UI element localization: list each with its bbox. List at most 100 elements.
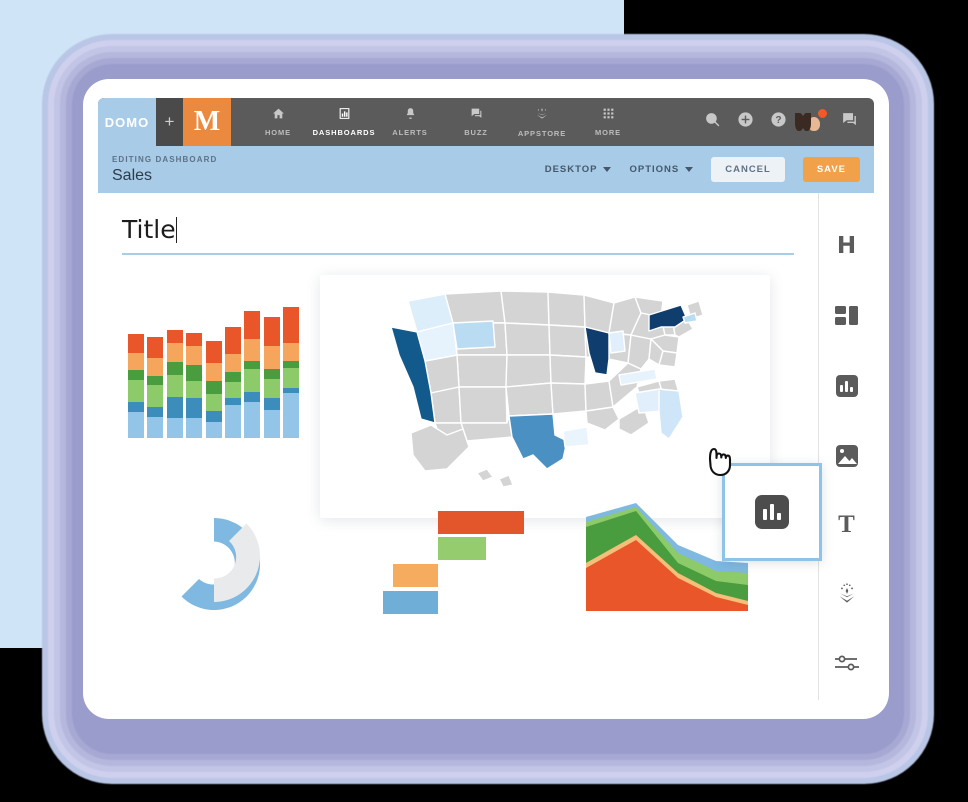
map-state-UT	[452, 320, 496, 350]
stacked-bar	[128, 334, 144, 438]
dashboards-icon	[338, 107, 351, 125]
text-caret	[175, 217, 177, 243]
appstore-icon	[535, 107, 549, 126]
diverging-bar-chart[interactable]	[350, 511, 526, 615]
bar-segment	[147, 358, 164, 377]
toolbar-item-layout[interactable]	[819, 281, 874, 351]
grid-icon	[602, 107, 615, 125]
canvas-content-area[interactable]: Title	[98, 193, 822, 700]
bar-segment	[263, 410, 280, 438]
bar-segment	[224, 398, 241, 406]
bar-segment	[224, 405, 241, 438]
bar-segment	[263, 317, 280, 346]
bar-segment	[283, 368, 300, 388]
chat-icon	[470, 107, 483, 125]
toolbar-item-image[interactable]	[819, 421, 874, 491]
nav-item-appstore[interactable]: APPSTORE	[509, 107, 575, 138]
bar-segment	[205, 340, 222, 364]
bar-segment	[186, 381, 203, 398]
bar-segment	[283, 392, 300, 438]
toolbar-item-card[interactable]	[819, 351, 874, 421]
device-mode-dropdown[interactable]: DESKTOP	[545, 164, 612, 175]
search-icon[interactable]	[704, 111, 721, 133]
bar-segment	[205, 381, 222, 395]
toolbar-item-heading[interactable]: H	[819, 211, 874, 281]
bar-segment	[224, 372, 241, 383]
nav-item-label: DASHBOARDS	[312, 128, 376, 137]
bar-segment	[128, 334, 144, 354]
tornado-bar-2	[393, 564, 438, 587]
dashboard-identity: EDITING DASHBOARD Sales	[112, 155, 217, 184]
home-icon	[272, 107, 285, 125]
nav-item-label: ALERTS	[392, 128, 428, 137]
chevron-down-icon	[685, 167, 694, 172]
add-icon[interactable]	[737, 111, 754, 133]
stacked-bar-chart[interactable]	[128, 298, 300, 438]
dashboard-name: Sales	[112, 166, 153, 184]
nav-item-alerts[interactable]: ALERTS	[377, 107, 443, 137]
options-dropdown[interactable]: OPTIONS	[629, 164, 694, 175]
bar-segment	[205, 421, 222, 438]
bar-chart-icon	[755, 495, 789, 529]
nav-item-dashboards[interactable]: DASHBOARDS	[311, 107, 377, 137]
stacked-bar	[224, 326, 241, 438]
nav-item-label: APPSTORE	[517, 128, 567, 138]
stacked-bar	[263, 317, 280, 438]
messages-icon[interactable]	[841, 111, 858, 133]
map-state-LA	[562, 426, 590, 448]
dragging-card-placeholder[interactable]	[722, 463, 822, 561]
bar-segment	[128, 353, 144, 370]
top-navigation-bar: DOMO + M HOME DASHBOARDS ALERTS BUZZ APP…	[98, 98, 874, 146]
bar-segment	[283, 342, 300, 361]
widget-toolbar: H T	[818, 193, 874, 700]
domo-logo[interactable]: DOMO	[98, 98, 156, 146]
app-window: DOMO + M HOME DASHBOARDS ALERTS BUZZ APP…	[98, 98, 874, 700]
bar-segment	[244, 360, 261, 369]
bar-segment	[166, 343, 183, 363]
bar-segment	[166, 396, 183, 419]
save-button[interactable]: SAVE	[802, 157, 860, 182]
bar-segment	[128, 401, 144, 412]
toolbar-item-settings[interactable]	[819, 630, 874, 700]
title-underline	[122, 253, 794, 255]
nav-item-buzz[interactable]: BUZZ	[443, 107, 509, 137]
bar-segment	[147, 336, 164, 359]
bar-chart-icon	[835, 374, 858, 397]
bar-segment	[186, 397, 203, 419]
grabbing-hand-cursor	[708, 447, 732, 477]
bar-segment	[244, 391, 261, 402]
bar-segment	[128, 380, 144, 402]
company-initial-logo[interactable]: M	[183, 98, 231, 146]
bar-segment	[205, 394, 222, 411]
header-actions: DESKTOP OPTIONS CANCEL SAVE	[545, 157, 860, 182]
layout-icon	[835, 306, 858, 326]
bar-segment	[224, 326, 241, 355]
tornado-bar-3	[383, 591, 438, 614]
bar-segment	[263, 345, 280, 369]
brand-plus-separator: +	[156, 98, 183, 146]
stacked-bar	[244, 311, 261, 438]
help-icon[interactable]: ?	[770, 111, 787, 133]
gauge-chart[interactable]	[150, 508, 278, 612]
map-state-TX	[508, 413, 568, 470]
bar-segment	[283, 307, 300, 343]
bar-segment	[263, 378, 280, 399]
nav-item-home[interactable]: HOME	[245, 107, 311, 137]
toolbar-item-appstore[interactable]	[819, 560, 874, 630]
notification-badge	[817, 108, 828, 119]
stacked-bar	[205, 340, 222, 438]
bar-segment	[166, 418, 183, 438]
cancel-button[interactable]: CANCEL	[711, 157, 785, 182]
stacked-bar	[283, 307, 300, 438]
toolbar-item-text[interactable]: T	[819, 490, 874, 560]
title-input[interactable]: Title	[122, 215, 176, 253]
bar-segment	[205, 410, 222, 422]
bar-segment	[263, 368, 280, 379]
avatar[interactable]	[795, 108, 828, 133]
device-mode-label: DESKTOP	[544, 164, 598, 175]
us-choropleth-map[interactable]	[373, 283, 713, 509]
image-icon	[835, 444, 858, 467]
nav-item-more[interactable]: MORE	[575, 107, 641, 137]
bar-segment	[224, 354, 241, 373]
bar-segment	[166, 362, 183, 376]
